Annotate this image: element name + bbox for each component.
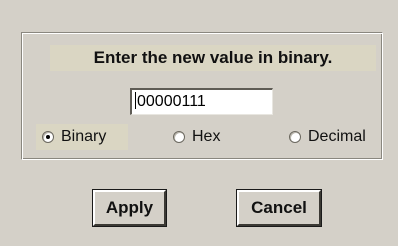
cancel-button[interactable]: Cancel [237,190,321,226]
text-caret [135,92,136,109]
radio-hex[interactable]: Hex [173,124,220,150]
value-input-text: 00000111 [137,93,206,110]
apply-button[interactable]: Apply [93,190,166,226]
radio-binary-indicator [42,131,54,143]
radio-decimal-indicator [289,131,301,143]
radio-decimal-label: Decimal [308,128,366,145]
binary-entry-dialog: Enter the new value in binary. 00000111 … [0,0,403,250]
value-input[interactable]: 00000111 [130,88,273,115]
radio-binary-label: Binary [61,128,107,145]
radio-hex-label: Hex [192,128,221,145]
radio-binary[interactable]: Binary [36,124,128,150]
radio-hex-indicator [173,131,185,143]
radio-decimal[interactable]: Decimal [289,124,366,150]
prompt-text: Enter the new value in binary. [50,45,376,71]
